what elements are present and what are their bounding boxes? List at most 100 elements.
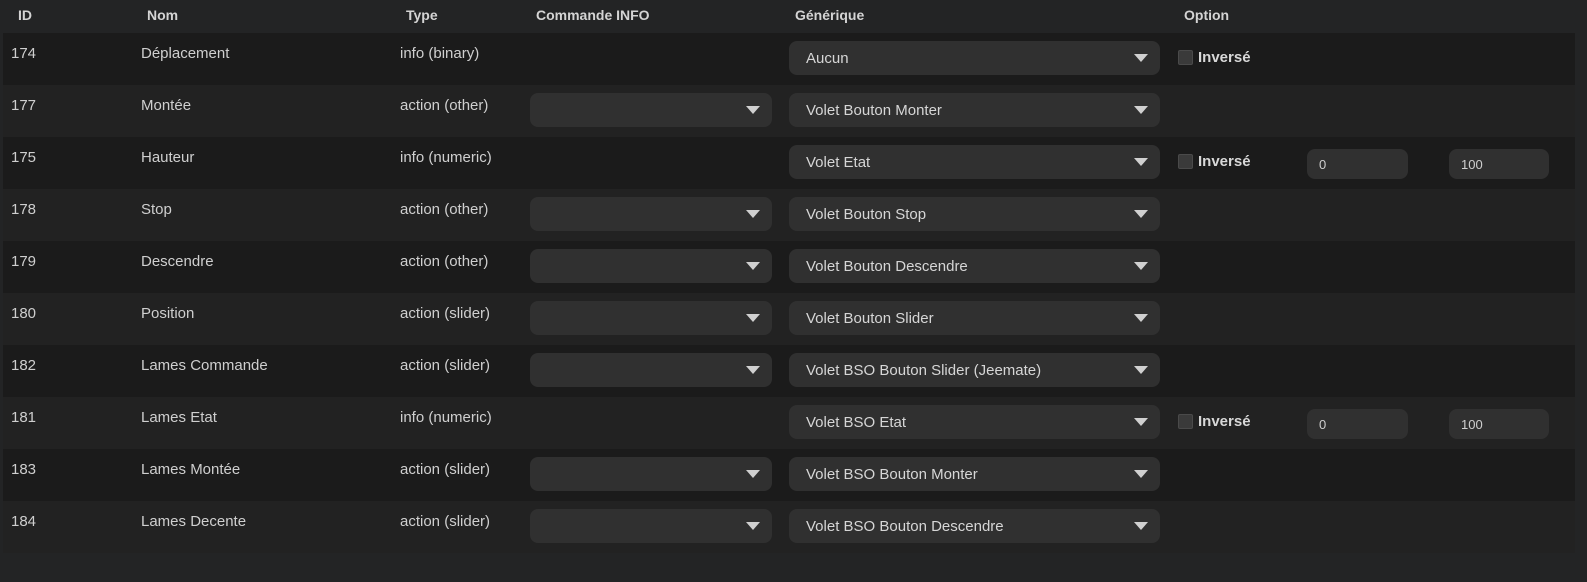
inverse-checkbox[interactable] [1178, 414, 1193, 429]
row-id: 182 [11, 357, 37, 374]
generique-value: Volet Bouton Slider [806, 310, 934, 327]
row-id: 177 [11, 97, 37, 114]
generique-value: Volet Bouton Monter [806, 102, 942, 119]
generique-value: Volet Etat [806, 154, 871, 171]
inverse-label: Inversé [1198, 49, 1251, 66]
row-nom: Montée [141, 97, 192, 114]
header-option: Option [1184, 7, 1230, 23]
row-id: 179 [11, 253, 37, 270]
row-nom: Stop [141, 201, 172, 218]
row-id: 178 [11, 201, 37, 218]
row-type: action (slider) [400, 305, 491, 322]
caret-down-icon [746, 262, 760, 270]
caret-down-icon [746, 366, 760, 374]
inverse-checkbox[interactable] [1178, 154, 1193, 169]
caret-down-icon [1134, 106, 1148, 114]
row-type: action (other) [400, 253, 489, 270]
header-type: Type [406, 7, 438, 23]
table-header: ID Nom Type Commande INFO Générique Opti… [0, 0, 1587, 33]
caret-down-icon [1134, 54, 1148, 62]
min-value-input[interactable]: 0 [1307, 149, 1408, 179]
row-id: 181 [11, 409, 37, 426]
max-value-input[interactable]: 100 [1449, 409, 1549, 439]
generique-select[interactable]: Aucun [789, 41, 1160, 75]
caret-down-icon [1134, 522, 1148, 530]
commande-info-select[interactable] [530, 197, 772, 231]
generique-select[interactable]: Volet Bouton Descendre [789, 249, 1160, 283]
row-type: action (other) [400, 201, 489, 218]
table-row: 181 Lames Etat info (numeric) Volet BSO … [3, 397, 1575, 449]
generique-value: Volet BSO Etat [806, 414, 907, 431]
table-row: 177 Montée action (other) Volet Bouton M… [3, 85, 1575, 137]
generique-select[interactable]: Volet Bouton Slider [789, 301, 1160, 335]
generique-select[interactable]: Volet BSO Bouton Descendre [789, 509, 1160, 543]
caret-down-icon [746, 314, 760, 322]
table-row: 179 Descendre action (other) Volet Bouto… [3, 241, 1575, 293]
caret-down-icon [1134, 158, 1148, 166]
row-id: 174 [11, 45, 37, 62]
table-row: 180 Position action (slider) Volet Bouto… [3, 293, 1575, 345]
caret-down-icon [1134, 366, 1148, 374]
inverse-checkbox[interactable] [1178, 50, 1193, 65]
row-nom: Lames Decente [141, 513, 247, 530]
generique-select[interactable]: Volet BSO Bouton Monter [789, 457, 1160, 491]
caret-down-icon [1134, 262, 1148, 270]
generique-value: Volet BSO Bouton Slider (Jeemate) [806, 362, 1042, 379]
table-row: 174 Déplacement info (binary) Aucun Inve… [3, 33, 1575, 85]
commande-info-select[interactable] [530, 249, 772, 283]
generique-value: Volet Bouton Stop [806, 206, 927, 223]
caret-down-icon [1134, 314, 1148, 322]
table-body: 174 Déplacement info (binary) Aucun Inve… [3, 33, 1575, 553]
header-nom: Nom [147, 7, 179, 23]
generique-select[interactable]: Volet Etat [789, 145, 1160, 179]
row-nom: Lames Montée [141, 461, 241, 478]
caret-down-icon [746, 470, 760, 478]
commande-info-select[interactable] [530, 301, 772, 335]
generique-value: Volet BSO Bouton Monter [806, 466, 978, 483]
table-row: 175 Hauteur info (numeric) Volet Etat In… [3, 137, 1575, 189]
generique-select[interactable]: Volet Bouton Stop [789, 197, 1160, 231]
row-type: info (numeric) [400, 149, 492, 166]
table-row: 183 Lames Montée action (slider) Volet B… [3, 449, 1575, 501]
row-nom: Lames Commande [141, 357, 268, 374]
caret-down-icon [1134, 210, 1148, 218]
row-id: 175 [11, 149, 37, 166]
header-commande-info: Commande INFO [536, 7, 650, 23]
header-id: ID [18, 7, 32, 23]
header-generique: Générique [795, 7, 865, 23]
commande-info-select[interactable] [530, 353, 772, 387]
generique-select[interactable]: Volet BSO Etat [789, 405, 1160, 439]
generique-value: Volet BSO Bouton Descendre [806, 518, 1004, 535]
row-id: 183 [11, 461, 37, 478]
generique-select[interactable]: Volet Bouton Monter [789, 93, 1160, 127]
commande-info-select[interactable] [530, 509, 772, 543]
max-value-input[interactable]: 100 [1449, 149, 1549, 179]
inverse-label: Inversé [1198, 413, 1251, 430]
table-row: 182 Lames Commande action (slider) Volet… [3, 345, 1575, 397]
row-type: action (slider) [400, 513, 491, 530]
row-nom: Position [141, 305, 195, 322]
caret-down-icon [1134, 418, 1148, 426]
row-nom: Déplacement [141, 45, 230, 62]
generique-select[interactable]: Volet BSO Bouton Slider (Jeemate) [789, 353, 1160, 387]
table-row: 178 Stop action (other) Volet Bouton Sto… [3, 189, 1575, 241]
caret-down-icon [746, 522, 760, 530]
row-nom: Lames Etat [141, 409, 217, 426]
generique-value: Aucun [806, 50, 849, 67]
row-type: info (numeric) [400, 409, 492, 426]
row-nom: Hauteur [141, 149, 195, 166]
row-type: action (slider) [400, 357, 491, 374]
row-type: action (slider) [400, 461, 491, 478]
caret-down-icon [746, 210, 760, 218]
commande-info-select[interactable] [530, 93, 772, 127]
row-id: 184 [11, 513, 37, 530]
row-id: 180 [11, 305, 37, 322]
table-row: 184 Lames Decente action (slider) Volet … [3, 501, 1575, 553]
row-type: info (binary) [400, 45, 480, 62]
inverse-label: Inversé [1198, 153, 1251, 170]
row-nom: Descendre [141, 253, 214, 270]
caret-down-icon [746, 106, 760, 114]
min-value-input[interactable]: 0 [1307, 409, 1408, 439]
row-type: action (other) [400, 97, 489, 114]
commande-info-select[interactable] [530, 457, 772, 491]
